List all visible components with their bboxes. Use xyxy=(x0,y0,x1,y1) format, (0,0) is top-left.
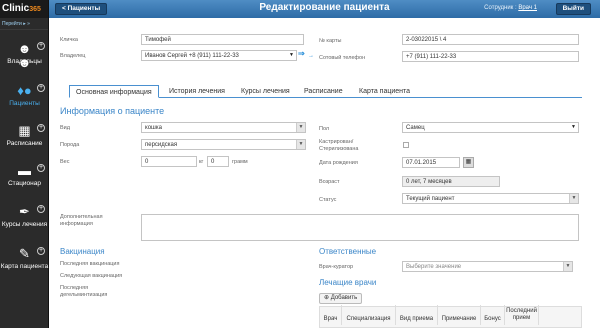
extra-info-label: Дополнительная информация xyxy=(60,214,103,227)
sidebar-item-courses[interactable]: + ✒ Курсы лечения xyxy=(0,204,49,229)
card-icon: ✎ xyxy=(19,246,30,261)
card-number-input[interactable]: 2-03022015 \ 4 xyxy=(402,34,579,45)
sidebar-item-patients[interactable]: + ♦● Пациенты xyxy=(0,84,49,107)
column-header[interactable]: Специализация xyxy=(342,305,396,325)
tab-history[interactable]: История лечения xyxy=(163,85,231,98)
owner-label: Владелец xyxy=(60,53,86,59)
birth-date-label: Дата рождения xyxy=(319,160,358,166)
sex-select[interactable]: Самец ▼ xyxy=(402,122,579,133)
add-card-icon[interactable]: + xyxy=(37,247,45,255)
sidebar-item-hospital[interactable]: + ▬ Стационар xyxy=(0,164,49,187)
go-to-owner-icon[interactable]: ⇒ xyxy=(298,49,305,58)
sex-label: Пол xyxy=(319,126,330,132)
column-header[interactable]: Врач xyxy=(320,305,342,325)
sidebar-item-card[interactable]: + ✎ Карта пациента xyxy=(0,246,49,271)
owner-link-icon[interactable]: → xyxy=(308,53,314,59)
add-doctor-button[interactable]: ⊕ Добавить xyxy=(319,293,363,304)
sidebar-item-label: Пациенты xyxy=(9,100,40,107)
tab-courses[interactable]: Курсы лечения xyxy=(235,85,296,98)
add-hospital-icon[interactable]: + xyxy=(37,164,45,172)
castrated-checkbox[interactable] xyxy=(403,142,409,148)
app-logo[interactable]: Clinic365 xyxy=(0,0,48,18)
nav-link[interactable]: Перейти ▸ » xyxy=(0,18,48,30)
doctors-table-header: Врач Специализация Вид приема Примечание… xyxy=(319,305,582,328)
column-header[interactable]: Примечание xyxy=(438,305,481,325)
extra-info-textarea[interactable] xyxy=(141,214,579,241)
castrated-label: Кастрирован/Стерилизована xyxy=(319,139,359,152)
nickname-label: Кличка xyxy=(60,37,78,43)
curator-select[interactable]: Выберите значение ▼ xyxy=(402,261,573,272)
weight-gram-input[interactable]: 0 xyxy=(207,156,229,167)
card-number-label: № карты xyxy=(319,38,342,44)
weight-label: Вес xyxy=(60,159,70,165)
sidebar-item-label: Карта пациента xyxy=(0,263,49,270)
doctors-title: Лечащие врачи xyxy=(319,278,377,287)
add-course-icon[interactable]: + xyxy=(37,205,45,213)
sidebar-item-label: Расписание xyxy=(6,140,43,147)
patient-info-title: Информация о пациенте xyxy=(60,106,165,116)
vaccination-title: Вакцинация xyxy=(60,247,105,256)
chevron-down-icon: ▼ xyxy=(287,51,296,60)
responsible-title: Ответственные xyxy=(319,247,377,256)
phone-input[interactable]: +7 (911) 111-22-33 xyxy=(402,51,579,62)
add-owner-icon[interactable]: + xyxy=(37,42,45,50)
sidebar-item-label: Владельцы xyxy=(7,58,42,65)
syringe-icon: ✒ xyxy=(19,204,30,219)
curator-label: Врач-куратор xyxy=(319,264,354,270)
calendar-icon[interactable]: ▦ xyxy=(463,157,474,168)
chevron-down-icon: ▼ xyxy=(569,194,578,203)
plus-circle-icon: ⊕ xyxy=(324,295,330,301)
breed-select[interactable]: персидская ▼ xyxy=(141,139,306,150)
calendar-icon: ▦ xyxy=(18,123,31,138)
weight-kg-input[interactable]: 0 xyxy=(141,156,197,167)
sidebar-item-label: Стационар xyxy=(7,180,41,187)
nickname-input[interactable]: Тимофей xyxy=(141,34,304,45)
birth-date-input[interactable]: 07.01.2015 xyxy=(402,157,460,168)
species-label: Вид xyxy=(60,125,70,131)
last-vaccination-label: Последняя вакцинация xyxy=(60,261,120,267)
employee-link[interactable]: Врач 1 xyxy=(518,5,537,11)
people-icon: ☻☻ xyxy=(17,41,32,70)
tab-schedule[interactable]: Расписание xyxy=(298,85,349,98)
column-header[interactable]: Вид приема xyxy=(396,305,438,325)
add-schedule-icon[interactable]: + xyxy=(37,124,45,132)
chevron-down-icon: ▼ xyxy=(569,123,578,132)
sidebar-item-label: Курсы лечения xyxy=(1,221,48,228)
status-select[interactable]: Текущий пациент ▼ xyxy=(402,193,579,204)
species-select[interactable]: кошка ▼ xyxy=(141,122,306,133)
sidebar: Clinic365 Перейти ▸ » + ☻☻ Владельцы + ♦… xyxy=(0,0,49,328)
phone-label: Сотовый телефон xyxy=(319,55,366,61)
column-header[interactable]: Бонус xyxy=(481,305,505,325)
breed-label: Порода xyxy=(60,142,80,148)
sidebar-item-schedule[interactable]: + ▦ Расписание xyxy=(0,124,49,147)
kg-unit: кг xyxy=(199,159,204,165)
sidebar-item-owners[interactable]: + ☻☻ Владельцы xyxy=(0,41,49,70)
age-value: 0 лет, 7 месяцев xyxy=(402,176,500,187)
chevron-down-icon: ▼ xyxy=(296,140,305,149)
tab-main-info[interactable]: Основная информация xyxy=(69,85,159,98)
chevron-down-icon: ▼ xyxy=(296,123,305,132)
gram-unit: грамм xyxy=(232,159,248,165)
chevron-down-icon: ▼ xyxy=(563,262,572,271)
last-deworming-label: Последняя дегельминтизация xyxy=(60,285,108,298)
tab-bar: Основная информация История лечения Курс… xyxy=(69,85,582,98)
employee-info: Сотрудник : Врач 1 xyxy=(484,5,537,11)
column-header[interactable]: Последний прием xyxy=(505,305,539,325)
status-label: Статус xyxy=(319,197,337,203)
pets-icon: ♦● xyxy=(17,83,32,98)
age-label: Возраст xyxy=(319,179,340,185)
owner-select[interactable]: Иванов Сергей +8 (911) 111-22-33 ▼ xyxy=(141,50,297,61)
next-vaccination-label: Следующая вакцинация xyxy=(60,273,123,279)
add-patient-icon[interactable]: + xyxy=(37,84,45,92)
bed-icon: ▬ xyxy=(18,163,31,178)
tab-patient-card[interactable]: Карта пациента xyxy=(353,85,416,98)
top-bar: < Пациенты Редактирование пациента Сотру… xyxy=(49,0,600,18)
exit-button[interactable]: Выйти xyxy=(555,3,591,15)
